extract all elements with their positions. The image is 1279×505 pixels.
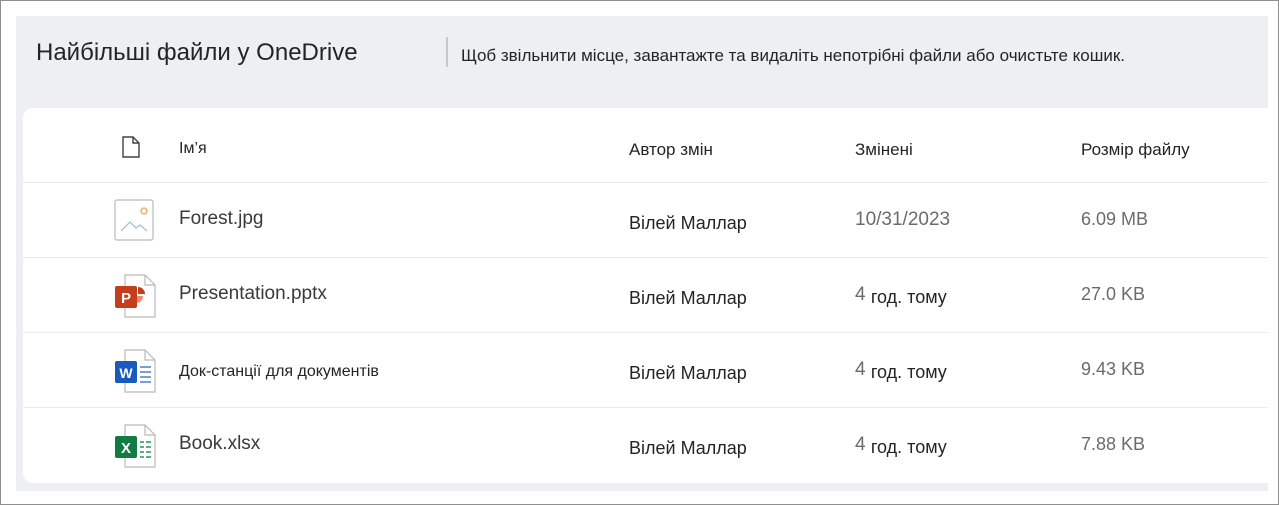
column-header-size[interactable]: Розмір файлу — [1081, 140, 1190, 160]
modified-unit: год. тому — [870, 287, 947, 307]
file-name[interactable]: Presentation.pptx — [179, 283, 327, 305]
files-table: Ім’я Автор змін Змінені Розмір файлу For… — [23, 108, 1268, 483]
table-row[interactable]: X Book.xlsx Вілей Маллар 4 год. тому 7.8… — [23, 408, 1268, 482]
column-header-author[interactable]: Автор змін — [629, 140, 713, 160]
dialog-frame: Найбільші файли у OneDrive Щоб звільнити… — [0, 0, 1279, 505]
file-modified: 4 год. тому — [855, 434, 947, 457]
excel-file-icon: X — [113, 424, 157, 473]
file-size: 6.09 MB — [1081, 209, 1149, 229]
modified-unit: год. тому — [870, 362, 947, 382]
modified-value: 10/31/2023 — [855, 209, 951, 230]
column-header-name[interactable]: Ім’я — [179, 140, 207, 158]
svg-text:P: P — [121, 290, 131, 307]
file-modified: 4 год. тому — [855, 359, 947, 382]
table-row[interactable]: Forest.jpg Вілей Маллар 10/31/2023 6.09 … — [23, 183, 1268, 258]
modified-unit: год. тому — [870, 437, 947, 457]
file-author: Вілей Маллар — [629, 438, 747, 458]
table-row[interactable]: W Док-станції для документів Вілей Малла… — [23, 333, 1268, 408]
file-modified: 10/31/2023 — [855, 209, 950, 231]
powerpoint-file-icon: P — [113, 274, 157, 323]
modified-value: 4 — [855, 434, 866, 455]
file-type-icon[interactable] — [121, 136, 141, 163]
file-modified: 4 год. тому — [855, 284, 947, 307]
table-header: Ім’я Автор змін Змінені Розмір файлу — [23, 108, 1268, 183]
svg-text:W: W — [119, 365, 133, 381]
page-title: Найбільші файли у OneDrive — [36, 39, 358, 66]
file-name[interactable]: Forest.jpg — [179, 208, 263, 230]
file-author: Вілей Маллар — [629, 363, 747, 383]
modified-value: 4 — [855, 359, 866, 380]
word-file-icon: W — [113, 349, 157, 398]
modified-value: 4 — [855, 284, 866, 305]
table-row[interactable]: P Presentation.pptx Вілей Маллар 4 год. … — [23, 258, 1268, 333]
page-subtitle: Щоб звільнити місце, завантажте та видал… — [461, 46, 1126, 65]
file-size: 27.0 KB — [1081, 284, 1146, 304]
file-author: Вілей Маллар — [629, 213, 747, 233]
file-size: 9.43 KB — [1081, 359, 1146, 379]
title-divider — [446, 37, 448, 67]
file-author: Вілей Маллар — [629, 288, 747, 308]
column-header-modified[interactable]: Змінені — [855, 140, 913, 160]
file-size: 7.88 KB — [1081, 434, 1146, 454]
file-name[interactable]: Док-станції для документів — [179, 363, 379, 381]
image-file-icon — [113, 199, 155, 246]
svg-text:X: X — [121, 440, 131, 457]
file-name[interactable]: Book.xlsx — [179, 433, 260, 455]
